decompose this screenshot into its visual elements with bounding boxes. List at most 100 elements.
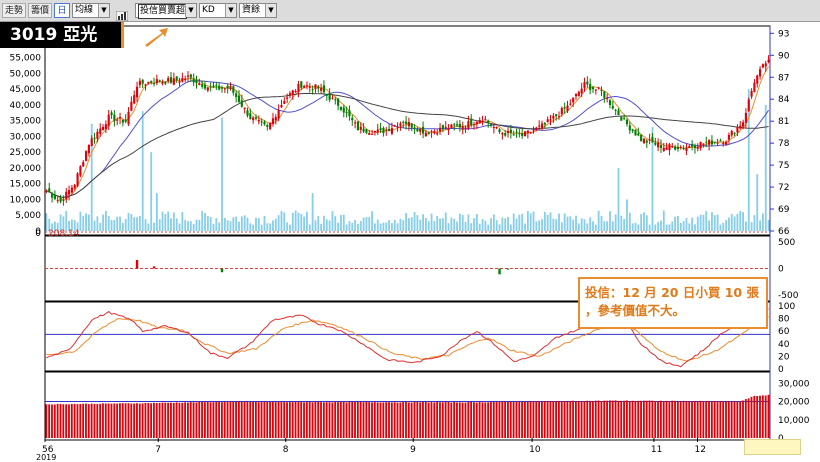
margin-bar [433,402,436,438]
volume-bar [521,213,524,231]
volume-bar [226,220,229,231]
callout-line-1: 投信：12 月 20 日小買 10 張 [585,285,759,300]
candle-body [719,140,722,142]
volume-bar [427,221,430,231]
price-tick-label: 66 [778,227,790,237]
candle-body [198,83,201,86]
candle-body [334,99,337,101]
margin-bar [759,395,761,438]
volume-bar [306,211,308,231]
volume-bar [702,214,705,231]
margin-bar [688,401,691,438]
volume-bar [509,224,512,231]
volume-bar [563,213,566,231]
margin-bar [133,403,136,438]
volume-bar [439,218,441,231]
margin-bar [351,401,354,438]
margin-bar [410,402,413,438]
volume-bar [235,216,238,231]
margin-bar [390,402,393,438]
date-indicator [744,439,801,455]
margin-bar [674,400,676,438]
ma-dropdown[interactable]: 均線 ▼ [72,3,110,18]
candle-body [504,132,507,136]
margin-dropdown[interactable]: 資餘 ▼ [239,3,277,18]
candle-body [99,128,102,134]
volume-bar [393,220,396,231]
margin-bar [337,402,339,438]
volume-bar [260,224,263,231]
candle-body [557,116,561,118]
volume-bar [730,213,733,231]
margin-bar [399,402,402,438]
tab-chips[interactable]: 籌價 [28,3,52,18]
margin-bar [648,400,651,438]
margin-bar [501,401,504,438]
candle-body [676,147,680,150]
volume-bar [342,214,345,231]
volume-bar [399,218,402,231]
volume-bar [320,223,323,231]
candle-body [283,101,286,104]
margin-tick-label: 30,000 [778,379,810,389]
volume-bar [243,215,246,231]
volume-bar [742,212,745,231]
candle-body [96,131,99,139]
volume-bar [328,220,331,231]
candle-body [509,129,512,133]
margin-bar [625,400,628,438]
margin-bar [634,400,637,438]
margin-bar [498,401,501,438]
candle-body [668,144,671,151]
volume-bar [283,212,286,231]
candle-body [555,114,558,117]
margin-bar [73,403,76,438]
margin-bar [127,403,130,438]
margin-bar [254,401,257,438]
volume-tick-label: 25,000 [10,148,42,158]
volume-bar [526,210,529,231]
volume-bar [368,217,371,231]
candle-body [308,86,311,88]
volume-bar [170,218,172,231]
candle-body [201,83,204,87]
margin-bar [696,401,699,438]
candle-body [597,87,600,89]
volume-bar [87,214,90,231]
volume-bar [204,213,206,231]
bar-chart-icon[interactable] [115,6,129,22]
candle-body [628,125,631,131]
volume-bar [456,221,458,231]
candle-body [427,132,430,135]
candle-body [192,78,195,83]
tab-trend[interactable]: 走勢 [2,3,26,18]
candle-body [376,129,379,133]
margin-bar [104,403,107,438]
volume-bar [138,216,141,231]
volume-bar [677,216,679,231]
kd-dropdown[interactable]: KD ▼ [199,3,237,18]
arrow-icon [145,28,168,47]
volume-bar [662,210,665,231]
volume-bar [600,215,603,231]
margin-bar [447,401,450,438]
candle-body [699,142,702,149]
margin-bar [76,404,79,438]
x-tick-label: 8 [283,445,289,455]
volume-bar [507,216,509,231]
margin-bar [283,402,286,438]
candle-body [286,97,289,99]
margin-bar [405,401,407,438]
candle-body [691,144,694,147]
margin-bar [739,401,742,438]
margin-bar [611,400,614,438]
indicator-dropdown[interactable]: 投信買賣超 ▼ [135,3,197,19]
candle-body [506,130,510,134]
candle-body [648,139,651,141]
volume-bar [611,221,614,231]
margin-bar [614,400,617,438]
margin-bar [719,401,722,438]
stock-chart[interactable]: 9390878481787572696665,00060,00055,00050… [0,22,820,462]
candle-body [167,78,170,82]
tab-daily[interactable]: 日 [54,3,70,18]
